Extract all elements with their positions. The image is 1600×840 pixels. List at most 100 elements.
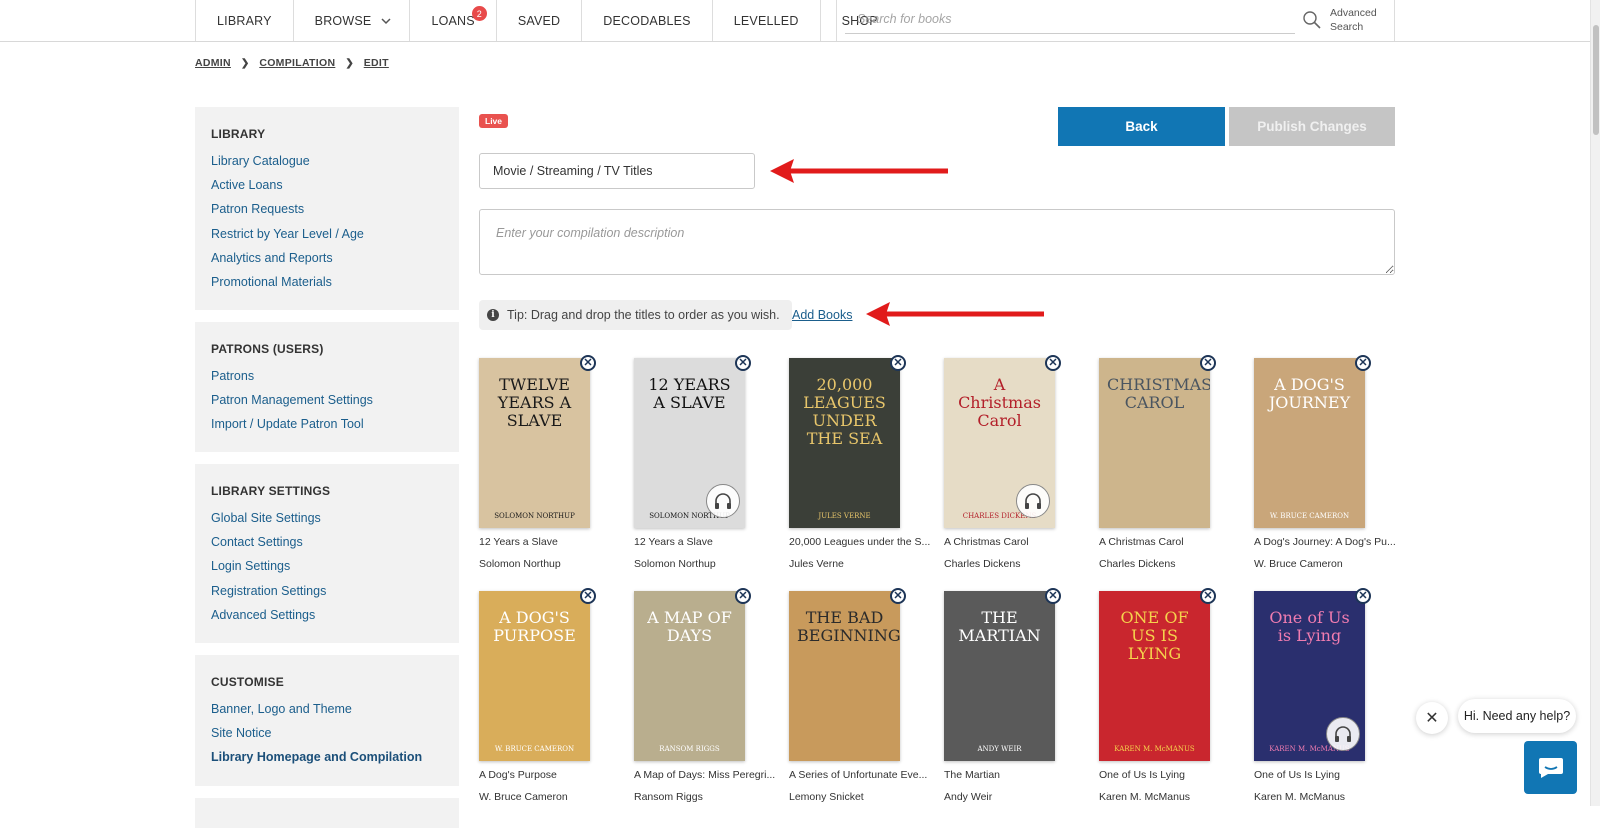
nav-library[interactable]: LIBRARY (196, 0, 294, 41)
nav-browse-label: BROWSE (314, 13, 372, 28)
book-card[interactable]: A DOG'S JOURNEY W. BRUCE CAMERON ✕ A Dog's … (1254, 355, 1404, 578)
book-author: Solomon Northup (479, 558, 561, 570)
book-title: 12 Years a Slave (479, 536, 558, 548)
sidebar-item-advanced-settings[interactable]: Advanced Settings (211, 603, 443, 627)
book-cover-title: A Christmas Carol (958, 375, 1041, 430)
book-cover-title: CHRISTMAS CAROL (1107, 375, 1210, 412)
back-button[interactable]: Back (1058, 107, 1225, 146)
book-card[interactable]: CHRISTMAS CAROL ✕ A Christmas Carol Charles… (1099, 355, 1249, 578)
sidebar-item-site-notice[interactable]: Site Notice (211, 721, 443, 745)
book-cover[interactable]: 20,000 LEAGUES UNDER THE SEA JULES VERNE (789, 358, 900, 528)
breadcrumb-compilation[interactable]: COMPILATION (259, 57, 335, 69)
book-cover-title: THE MARTIAN (958, 608, 1041, 645)
sidebar-item-patron-requests[interactable]: Patron Requests (211, 197, 443, 221)
sidebar-item-library-catalogue[interactable]: Library Catalogue (211, 149, 443, 173)
book-cover-title: One of Us is Lying (1269, 608, 1350, 645)
publish-changes-button[interactable]: Publish Changes (1229, 107, 1395, 146)
book-card[interactable]: One of Us is Lying KAREN M. McMANUS ✕ One o… (1254, 588, 1404, 811)
nav-loans[interactable]: LOANS 2 (410, 0, 497, 41)
search-icon[interactable] (1302, 10, 1322, 30)
book-cover[interactable]: A DOG'S JOURNEY W. BRUCE CAMERON (1254, 358, 1365, 528)
breadcrumb: ADMIN ❯ COMPILATION ❯ EDIT (195, 57, 389, 69)
book-cover-title: TWELVE YEARS A SLAVE (497, 375, 572, 430)
book-cover-author: ANDY WEIR (977, 745, 1022, 753)
book-cover[interactable]: A MAP OF DAYS RANSOM RIGGS (634, 591, 745, 761)
book-cover[interactable]: A DOG'S PURPOSE W. BRUCE CAMERON (479, 591, 590, 761)
remove-book-icon[interactable]: ✕ (580, 355, 596, 371)
sidebar-item-registration-settings[interactable]: Registration Settings (211, 579, 443, 603)
remove-book-icon[interactable]: ✕ (580, 588, 596, 604)
remove-book-icon[interactable]: ✕ (735, 355, 751, 371)
book-card[interactable]: A MAP OF DAYS RANSOM RIGGS ✕ A Map of Days:… (634, 588, 784, 811)
nav-decodables[interactable]: DECODABLES (582, 0, 713, 41)
remove-book-icon[interactable]: ✕ (1200, 355, 1216, 371)
sidebar-item-restrict-year-level[interactable]: Restrict by Year Level / Age (211, 222, 443, 246)
book-cover[interactable]: One of Us is Lying KAREN M. McMANUS (1254, 591, 1365, 761)
nav-saved[interactable]: SAVED (497, 0, 583, 41)
sidebar-item-import-patrons[interactable]: Import / Update Patron Tool (211, 412, 443, 436)
remove-book-icon[interactable]: ✕ (735, 588, 751, 604)
sidebar-item-analytics[interactable]: Analytics and Reports (211, 246, 443, 270)
book-cover[interactable]: A Christmas Carol CHARLES DICKENS (944, 358, 1055, 528)
remove-book-icon[interactable]: ✕ (1045, 588, 1061, 604)
help-message-bubble[interactable]: Hi. Need any help? (1458, 699, 1576, 733)
sidebar-section-customise: CUSTOMISE Banner, Logo and Theme Site No… (195, 655, 459, 786)
book-title: A Christmas Carol (944, 536, 1029, 548)
book-card[interactable]: A Christmas Carol CHARLES DICKENS ✕ A Chris… (944, 355, 1094, 578)
add-books-link[interactable]: Add Books (792, 308, 852, 322)
book-cover-title: 20,000 LEAGUES UNDER THE SEA (803, 375, 886, 448)
remove-book-icon[interactable]: ✕ (1200, 588, 1216, 604)
book-card[interactable]: A DOG'S PURPOSE W. BRUCE CAMERON ✕ A Dog's … (479, 588, 629, 811)
drag-drop-tip: i Tip: Drag and drop the titles to order… (479, 300, 792, 330)
book-author: Jules Verne (789, 558, 844, 570)
close-help-button[interactable]: ✕ (1416, 702, 1448, 734)
book-cover-author: W. BRUCE CAMERON (494, 745, 575, 753)
admin-sidebar: LIBRARY Library Catalogue Active Loans P… (195, 107, 459, 840)
search-input[interactable] (845, 6, 1265, 32)
book-cover[interactable]: TWELVE YEARS A SLAVE SOLOMON NORTHUP (479, 358, 590, 528)
book-cover[interactable]: 12 YEARS A SLAVE SOLOMON NORTHUP (634, 358, 745, 528)
remove-book-icon[interactable]: ✕ (890, 588, 906, 604)
remove-book-icon[interactable]: ✕ (1045, 355, 1061, 371)
compilation-description-field[interactable] (479, 209, 1395, 275)
help-chat-button[interactable] (1524, 741, 1577, 794)
book-cover[interactable]: ONE OF US IS LYING KAREN M. McMANUS (1099, 591, 1210, 761)
remove-book-icon[interactable]: ✕ (890, 355, 906, 371)
sidebar-item-homepage-compilation[interactable]: Library Homepage and Compilation (211, 745, 443, 769)
sidebar-item-patrons[interactable]: Patrons (211, 364, 443, 388)
book-cover-title: THE BAD BEGINNING (797, 608, 900, 645)
book-title: A Dog's Purpose (479, 769, 557, 781)
chevron-down-icon (381, 17, 391, 24)
sidebar-item-banner-logo-theme[interactable]: Banner, Logo and Theme (211, 697, 443, 721)
breadcrumb-admin[interactable]: ADMIN (195, 57, 231, 69)
book-cover[interactable]: THE MARTIAN ANDY WEIR (944, 591, 1055, 761)
advanced-search-link[interactable]: Advanced Search (1330, 6, 1377, 34)
book-cover-author: KAREN M. McMANUS (1114, 745, 1195, 753)
sidebar-item-patron-management[interactable]: Patron Management Settings (211, 388, 443, 412)
book-card[interactable]: TWELVE YEARS A SLAVE SOLOMON NORTHUP ✕ 12 Y… (479, 355, 629, 578)
remove-book-icon[interactable]: ✕ (1355, 355, 1371, 371)
book-card[interactable]: THE BAD BEGINNING ✕ A Series of Unfortunat… (789, 588, 939, 811)
sidebar-item-promotional[interactable]: Promotional Materials (211, 270, 443, 294)
book-cover[interactable]: THE BAD BEGINNING (789, 591, 900, 761)
page-scrollbar[interactable] (1590, 0, 1600, 806)
close-icon: ✕ (1425, 710, 1439, 727)
book-card[interactable]: 12 YEARS A SLAVE SOLOMON NORTHUP ✕ 12 Years… (634, 355, 784, 578)
remove-book-icon[interactable]: ✕ (1355, 588, 1371, 604)
book-cover[interactable]: CHRISTMAS CAROL (1099, 358, 1210, 528)
book-card[interactable]: ONE OF US IS LYING KAREN M. McMANUS ✕ One o… (1099, 588, 1249, 811)
sidebar-item-contact-settings[interactable]: Contact Settings (211, 530, 443, 554)
book-card[interactable]: 20,000 LEAGUES UNDER THE SEA JULES VERNE ✕… (789, 355, 939, 578)
scrollbar-thumb[interactable] (1593, 25, 1599, 135)
breadcrumb-edit[interactable]: EDIT (364, 57, 389, 69)
book-author: Lemony Snicket (789, 791, 864, 803)
compilation-title-field[interactable] (479, 153, 755, 189)
nav-browse[interactable]: BROWSE (294, 0, 411, 41)
nav-loans-label: LOANS (431, 13, 475, 28)
nav-levelled[interactable]: LEVELLED (713, 0, 821, 41)
sidebar-item-global-settings[interactable]: Global Site Settings (211, 506, 443, 530)
sidebar-item-active-loans[interactable]: Active Loans (211, 173, 443, 197)
sidebar-item-login-settings[interactable]: Login Settings (211, 554, 443, 578)
book-card[interactable]: THE MARTIAN ANDY WEIR ✕ The Martian Andy Wei… (944, 588, 1094, 811)
main-nav: LIBRARY BROWSE LOANS 2 SAVED DECODABLES … (195, 0, 899, 41)
